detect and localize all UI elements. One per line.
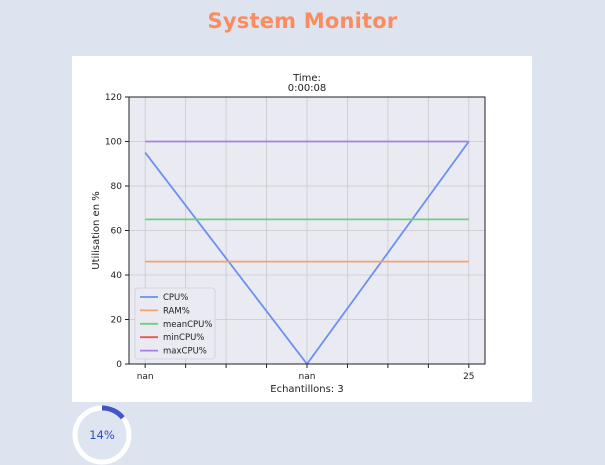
line-chart: 020406080100120nan nan 25Time:0:00:08Echan… <box>91 73 486 395</box>
y-tick-label: 0 <box>116 360 122 370</box>
gauge-percent-label: 14% <box>89 428 115 442</box>
legend-label: maxCPU% <box>163 347 207 357</box>
y-tick-label: 80 <box>111 182 123 192</box>
y-tick-label: 60 <box>111 227 123 237</box>
app-title: System Monitor <box>207 9 398 33</box>
legend-label: meanCPU% <box>163 320 212 330</box>
y-tick-label: 20 <box>111 316 123 326</box>
x-tick-label: nan <box>137 372 154 382</box>
x-tick-label: nan <box>299 372 316 382</box>
y-tick-label: 100 <box>105 138 122 148</box>
y-tick-label: 40 <box>111 271 123 281</box>
cpu-gauge: 14% <box>72 405 132 465</box>
chart-card: 0 20 40 60 80 100 120 nan nan 25 Time: 0:00:08 Echan… <box>72 56 532 402</box>
x-axis-label: Echantillons: 3 <box>270 384 343 395</box>
y-axis-label: Utilisation en % <box>91 191 102 269</box>
legend-label: minCPU% <box>163 333 204 343</box>
chart-title-line2: 0:00:08 <box>288 83 327 94</box>
legend-label: CPU% <box>163 293 188 303</box>
y-tick-label: 120 <box>105 93 122 103</box>
x-tick-label: 25 <box>463 372 474 382</box>
legend-label: RAM% <box>163 306 190 316</box>
